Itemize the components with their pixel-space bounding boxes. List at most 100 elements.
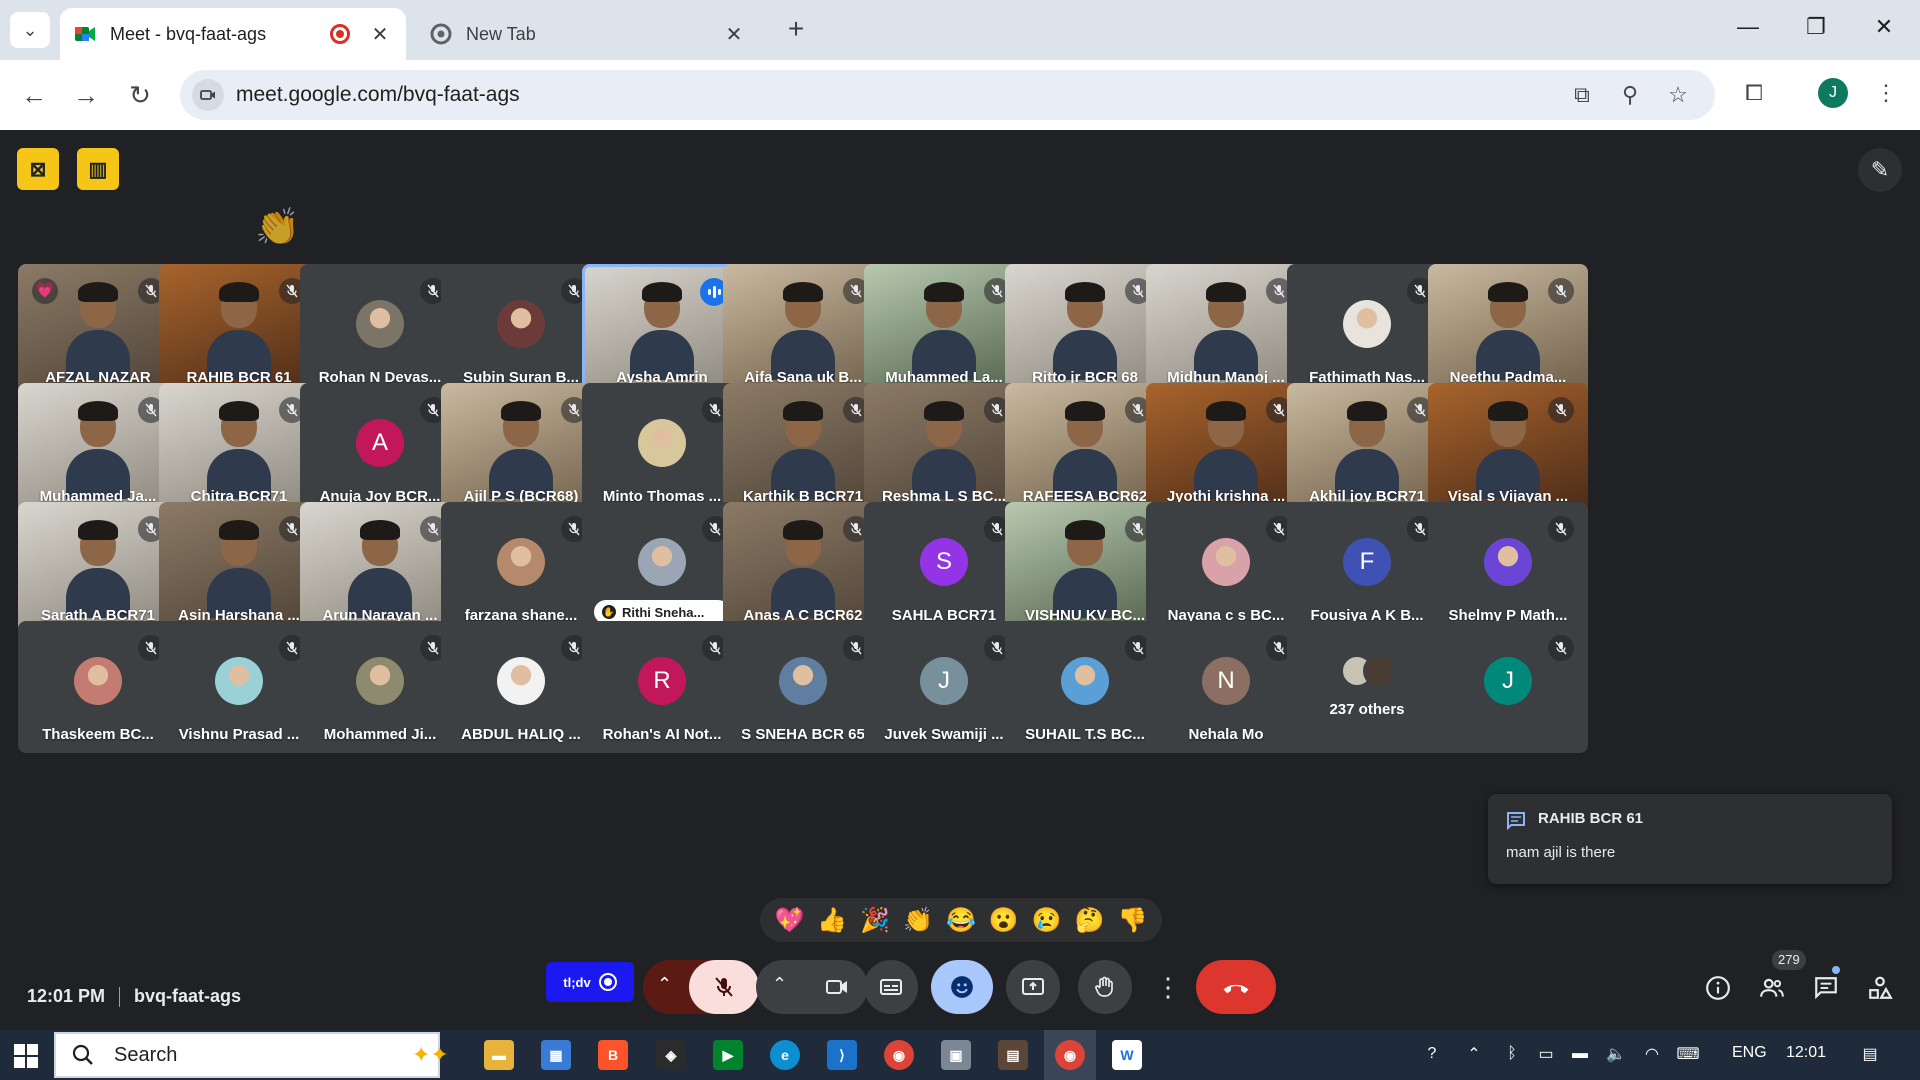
reaction-emoji-button[interactable]: 🎉 (857, 906, 893, 935)
reaction-emoji-button[interactable]: 🤔 (1072, 906, 1108, 935)
participant-tile[interactable]: Arun Narayan ... (300, 502, 460, 634)
participant-tile[interactable]: Shelmy P Math... (1428, 502, 1588, 634)
participant-tile[interactable]: F Fousiya A K B... (1287, 502, 1447, 634)
participant-tile[interactable]: Vishnu Prasad ... (159, 621, 319, 753)
battery-icon[interactable]: ▬ (1568, 1042, 1592, 1066)
extensions-puzzle-icon[interactable]: ⧠ (1736, 76, 1772, 112)
leave-call-button[interactable] (1196, 960, 1276, 1014)
present-screen-button[interactable] (1006, 960, 1060, 1014)
layout-extension-icon[interactable]: ▥ (77, 148, 119, 190)
minimize-icon[interactable]: — (1728, 14, 1768, 40)
address-bar[interactable]: meet.google.com/bvq-faat-ags ⧉ ⚲ ☆ (180, 70, 1715, 120)
reaction-emoji-button[interactable]: 💖 (771, 906, 807, 935)
tab-new-tab[interactable]: New Tab ✕ (416, 8, 760, 60)
participant-tile[interactable]: Fathimath Nas... (1287, 264, 1447, 396)
close-tab-icon[interactable]: ✕ (722, 22, 746, 47)
brave-browser-icon[interactable]: B (598, 1040, 628, 1070)
menu-kebab-icon[interactable]: ⋮ (1868, 76, 1904, 112)
profile-avatar[interactable]: J (1818, 78, 1848, 108)
participant-tile[interactable]: Muhammed La... (864, 264, 1024, 396)
chat-notification[interactable]: RAHIB BCR 61 mam ajil is there (1488, 794, 1892, 884)
back-arrow-icon[interactable]: ← (14, 76, 54, 116)
participant-tile[interactable]: Reshma L S BC... (864, 383, 1024, 515)
reaction-emoji-button[interactable]: 👍 (814, 906, 850, 935)
participant-tile[interactable]: Thaskeem BC... (18, 621, 178, 753)
notifications-icon[interactable]: ▤ (1858, 1042, 1882, 1066)
participant-tile[interactable]: J (1428, 621, 1588, 753)
participant-tile[interactable]: Neethu Padma... (1428, 264, 1588, 396)
participant-tile[interactable]: Aysha Amrin (582, 264, 742, 396)
tab-search-chevron-icon[interactable]: ⌄ (10, 12, 50, 48)
microsoft-store-icon[interactable]: ▦ (541, 1040, 571, 1070)
audio-settings-chevron-icon[interactable]: ⌃ (657, 974, 672, 995)
file-explorer-icon[interactable]: ▬ (484, 1040, 514, 1070)
app-icon[interactable]: ▤ (998, 1040, 1028, 1070)
keyboard-icon[interactable]: ⌨ (1676, 1042, 1700, 1066)
send-reaction-button[interactable] (931, 960, 993, 1014)
restore-icon[interactable]: ❐ (1796, 14, 1836, 40)
google-meet-icon[interactable]: ▶ (713, 1040, 743, 1070)
reload-icon[interactable]: ↻ (120, 76, 160, 116)
participant-tile[interactable]: N Nehala Mo (1146, 621, 1306, 753)
app-icon[interactable]: ▣ (941, 1040, 971, 1070)
participant-tile[interactable]: A Anuja Joy BCR... (300, 383, 460, 515)
new-tab-plus-icon[interactable]: + (780, 14, 812, 46)
edge-browser-icon[interactable]: e (770, 1040, 800, 1070)
participant-tile[interactable]: VISHNU KV BC... (1005, 502, 1165, 634)
whiteboard-pen-icon[interactable]: ✎ (1858, 148, 1902, 192)
activities-button[interactable] (1860, 968, 1900, 1008)
taskbar-search[interactable]: Search ✦✦ (54, 1032, 449, 1078)
tray-overflow-chevron-icon[interactable]: ⌃ (1462, 1042, 1486, 1066)
chat-button[interactable] (1806, 968, 1846, 1008)
participant-tile[interactable]: Sarath A BCR71 (18, 502, 178, 634)
volume-icon[interactable]: 🔈 (1604, 1042, 1628, 1066)
participant-tile[interactable]: Rohan N Devas... (300, 264, 460, 396)
participant-tile[interactable]: Chitra BCR71 (159, 383, 319, 515)
participant-tile[interactable]: Asin Harshana ... (159, 502, 319, 634)
close-window-icon[interactable]: ✕ (1864, 14, 1904, 40)
wifi-icon[interactable]: ◠ (1640, 1042, 1664, 1066)
participant-tile[interactable]: R Rohan's AI Not... (582, 621, 742, 753)
people-button[interactable] (1752, 968, 1792, 1008)
participant-tile[interactable]: Aifa Sana uk B... (723, 264, 883, 396)
participant-tile[interactable]: RAHIB BCR 61 (159, 264, 319, 396)
participant-tile[interactable]: Ajil P S (BCR68) (441, 383, 601, 515)
participant-tile[interactable]: Jyothi krishna ... (1146, 383, 1306, 515)
video-settings-chevron-icon[interactable]: ⌃ (772, 974, 787, 995)
reaction-emoji-button[interactable]: 👎 (1114, 906, 1150, 935)
participant-tile[interactable]: Muhammed Ja... (18, 383, 178, 515)
captions-button[interactable] (864, 960, 918, 1014)
participant-tile[interactable]: ABDUL HALIQ ... (441, 621, 601, 753)
display-icon[interactable]: ▭ (1534, 1042, 1558, 1066)
chrome-taskbar-icon[interactable]: ◉ (884, 1040, 914, 1070)
participant-tile[interactable]: S SNEHA BCR 65 (723, 621, 883, 753)
reaction-emoji-button[interactable]: 😂 (943, 906, 979, 935)
participant-tile[interactable]: Subin Suran B... (441, 264, 601, 396)
forward-arrow-icon[interactable]: → (66, 76, 106, 116)
bookmark-star-icon[interactable]: ☆ (1664, 82, 1692, 110)
participant-tile[interactable]: Nayana c s BC... (1146, 502, 1306, 634)
participant-tile[interactable]: farzana shane... (441, 502, 601, 634)
vscode-icon[interactable]: ⟩ (827, 1040, 857, 1070)
word-icon[interactable]: W (1112, 1040, 1142, 1070)
close-tab-icon[interactable]: ✕ (368, 22, 392, 47)
participant-tile[interactable]: Akhil joy BCR71 (1287, 383, 1447, 515)
raise-hand-button[interactable] (1078, 960, 1132, 1014)
site-info-camera-icon[interactable] (192, 79, 224, 111)
chrome-active-icon[interactable]: ◉ (1055, 1040, 1085, 1070)
tab-meet[interactable]: Meet - bvq-faat-ags ✕ (60, 8, 406, 60)
participant-tile[interactable]: S SAHLA BCR71 (864, 502, 1024, 634)
participant-tile[interactable]: J Juvek Swamiji ... (864, 621, 1024, 753)
camera-button[interactable] (806, 960, 868, 1014)
participant-tile[interactable]: Karthik B BCR71 (723, 383, 883, 515)
app-icon[interactable]: ◈ (656, 1040, 686, 1070)
participant-tile[interactable]: SUHAIL T.S BC... (1005, 621, 1165, 753)
participant-tile[interactable]: 237 others (1287, 621, 1447, 753)
reaction-emoji-button[interactable]: 👏 (900, 906, 936, 935)
mic-off-button[interactable] (689, 960, 759, 1014)
participant-tile[interactable]: Mohammed Ji... (300, 621, 460, 753)
taskbar-clock[interactable]: 12:01 (1786, 1044, 1826, 1062)
help-icon[interactable]: ? (1420, 1042, 1444, 1066)
language-indicator[interactable]: ENG (1732, 1044, 1767, 1062)
more-options-icon[interactable]: ⋮ (1154, 960, 1182, 1014)
